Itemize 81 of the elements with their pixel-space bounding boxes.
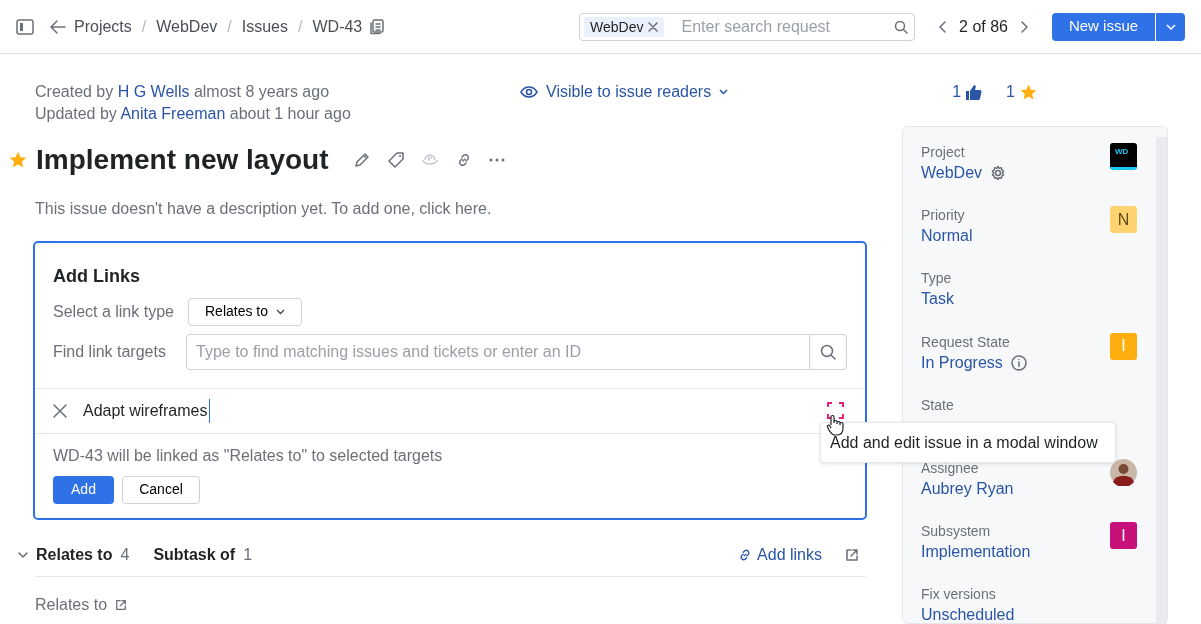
cancel-button[interactable]: Cancel [122,475,200,504]
section-label: Relates to [35,594,108,615]
search-icon [820,344,836,361]
field-label: State [921,395,955,414]
breadcrumb-separator: / [227,16,232,37]
next-icon[interactable] [1020,20,1028,33]
filter-tag[interactable]: WebDev [584,16,664,37]
add-links-link[interactable]: Add links [737,542,822,567]
meta-line: Created by H G Wells almost 8 years ago [35,82,331,102]
field-value[interactable]: Unscheduled [921,603,1015,624]
pager-count: 2 of 86 [958,16,1009,37]
star-icon[interactable] [1019,82,1038,102]
link-note: WD-43 will be linked as "Relates to" to selected targets [53,445,444,466]
star-count: 1 [1006,82,1015,102]
link-type-dropdown[interactable]: Relates to [188,297,303,326]
field-value[interactable]: Implementation [921,540,1031,565]
breadcrumb-link[interactable]: Projects [74,14,132,39]
tag-icon[interactable] [386,150,405,169]
project-logo: WD [1110,143,1137,170]
panel-heading: Add Links [53,264,141,288]
letter-badge: I [1110,522,1137,550]
field-label: Select a link type [53,301,175,322]
field-value[interactable]: Task [921,287,954,312]
caret-icon [1165,24,1176,31]
info-icon[interactable] [1010,354,1027,371]
add-button[interactable]: Add [53,475,114,504]
avatar [1110,458,1137,486]
eye-icon [520,86,539,98]
field-label: Find link targets [53,341,167,362]
field-label: Priority [921,206,966,225]
field-label: Type [921,269,953,288]
field-label: Project [921,143,966,161]
breadcrumb-separator: / [298,16,303,37]
link-count: 4 [120,544,130,565]
external-link-icon[interactable] [845,547,859,562]
settings-icon[interactable] [990,165,1007,181]
caret-icon [719,89,729,95]
thumbs-up-icon[interactable] [965,83,983,101]
field-label: Fix versions [921,585,997,604]
sidebar-toggle-icon[interactable] [16,18,34,35]
close-icon[interactable] [53,403,67,418]
more-icon[interactable] [488,157,505,162]
link-type-label: Subtask of [153,544,236,565]
link-type-label: Relates to [36,544,113,565]
field-value[interactable]: WebDev [921,161,983,185]
field-label: Subsystem [921,522,992,541]
field-label: Request State [921,332,1011,351]
back-arrow-icon[interactable] [50,19,66,34]
breadcrumb-separator: / [141,16,147,37]
user-link[interactable]: H G Wells [117,83,190,100]
description-placeholder[interactable]: This issue doesn't have a description yet. To add one, click here. [35,196,866,221]
search-button[interactable] [810,333,847,370]
letter-badge: I [1110,332,1137,360]
search-icon[interactable] [894,19,909,34]
search-field[interactable]: WebDev Enter search request [579,12,916,41]
breadcrumb-link[interactable]: WD-43 [312,14,363,39]
field-value[interactable]: Aubrey Ryan [921,476,1014,501]
vote-count: 1 [952,82,962,102]
visibility-dropdown[interactable]: Visible to issue readers [520,81,729,103]
breadcrumb-link[interactable]: Issues [241,14,288,39]
new-issue-button[interactable]: New issue [1052,12,1155,41]
issue-title: Implement new layout [36,143,329,177]
letter-badge: N [1110,206,1137,234]
tooltip: Add and edit issue in a modal window [820,422,1116,463]
pencil-icon[interactable] [352,150,371,169]
search-field[interactable]: Type to find matching issues and tickets or enter an ID [186,333,810,370]
copy-icon[interactable] [370,18,385,35]
previous-icon[interactable] [939,20,948,33]
caret-icon [276,308,286,315]
new-item-field[interactable]: Adapt wireframes [83,398,210,423]
breadcrumb-link[interactable]: WebDev [156,14,218,39]
scrollbar[interactable] [1156,137,1167,624]
meta-line: Updated by Anita Freeman about 1 hour ago [35,104,351,124]
collapse-icon[interactable] [18,551,28,558]
dropdown-button[interactable] [1156,12,1185,41]
external-link-icon[interactable] [115,598,128,611]
field-value[interactable]: In Progress [921,350,1003,375]
user-link[interactable]: Anita Freeman [120,105,226,122]
field-value[interactable]: Normal [921,224,973,249]
link-count: 1 [243,544,253,565]
close-icon[interactable] [647,21,658,32]
